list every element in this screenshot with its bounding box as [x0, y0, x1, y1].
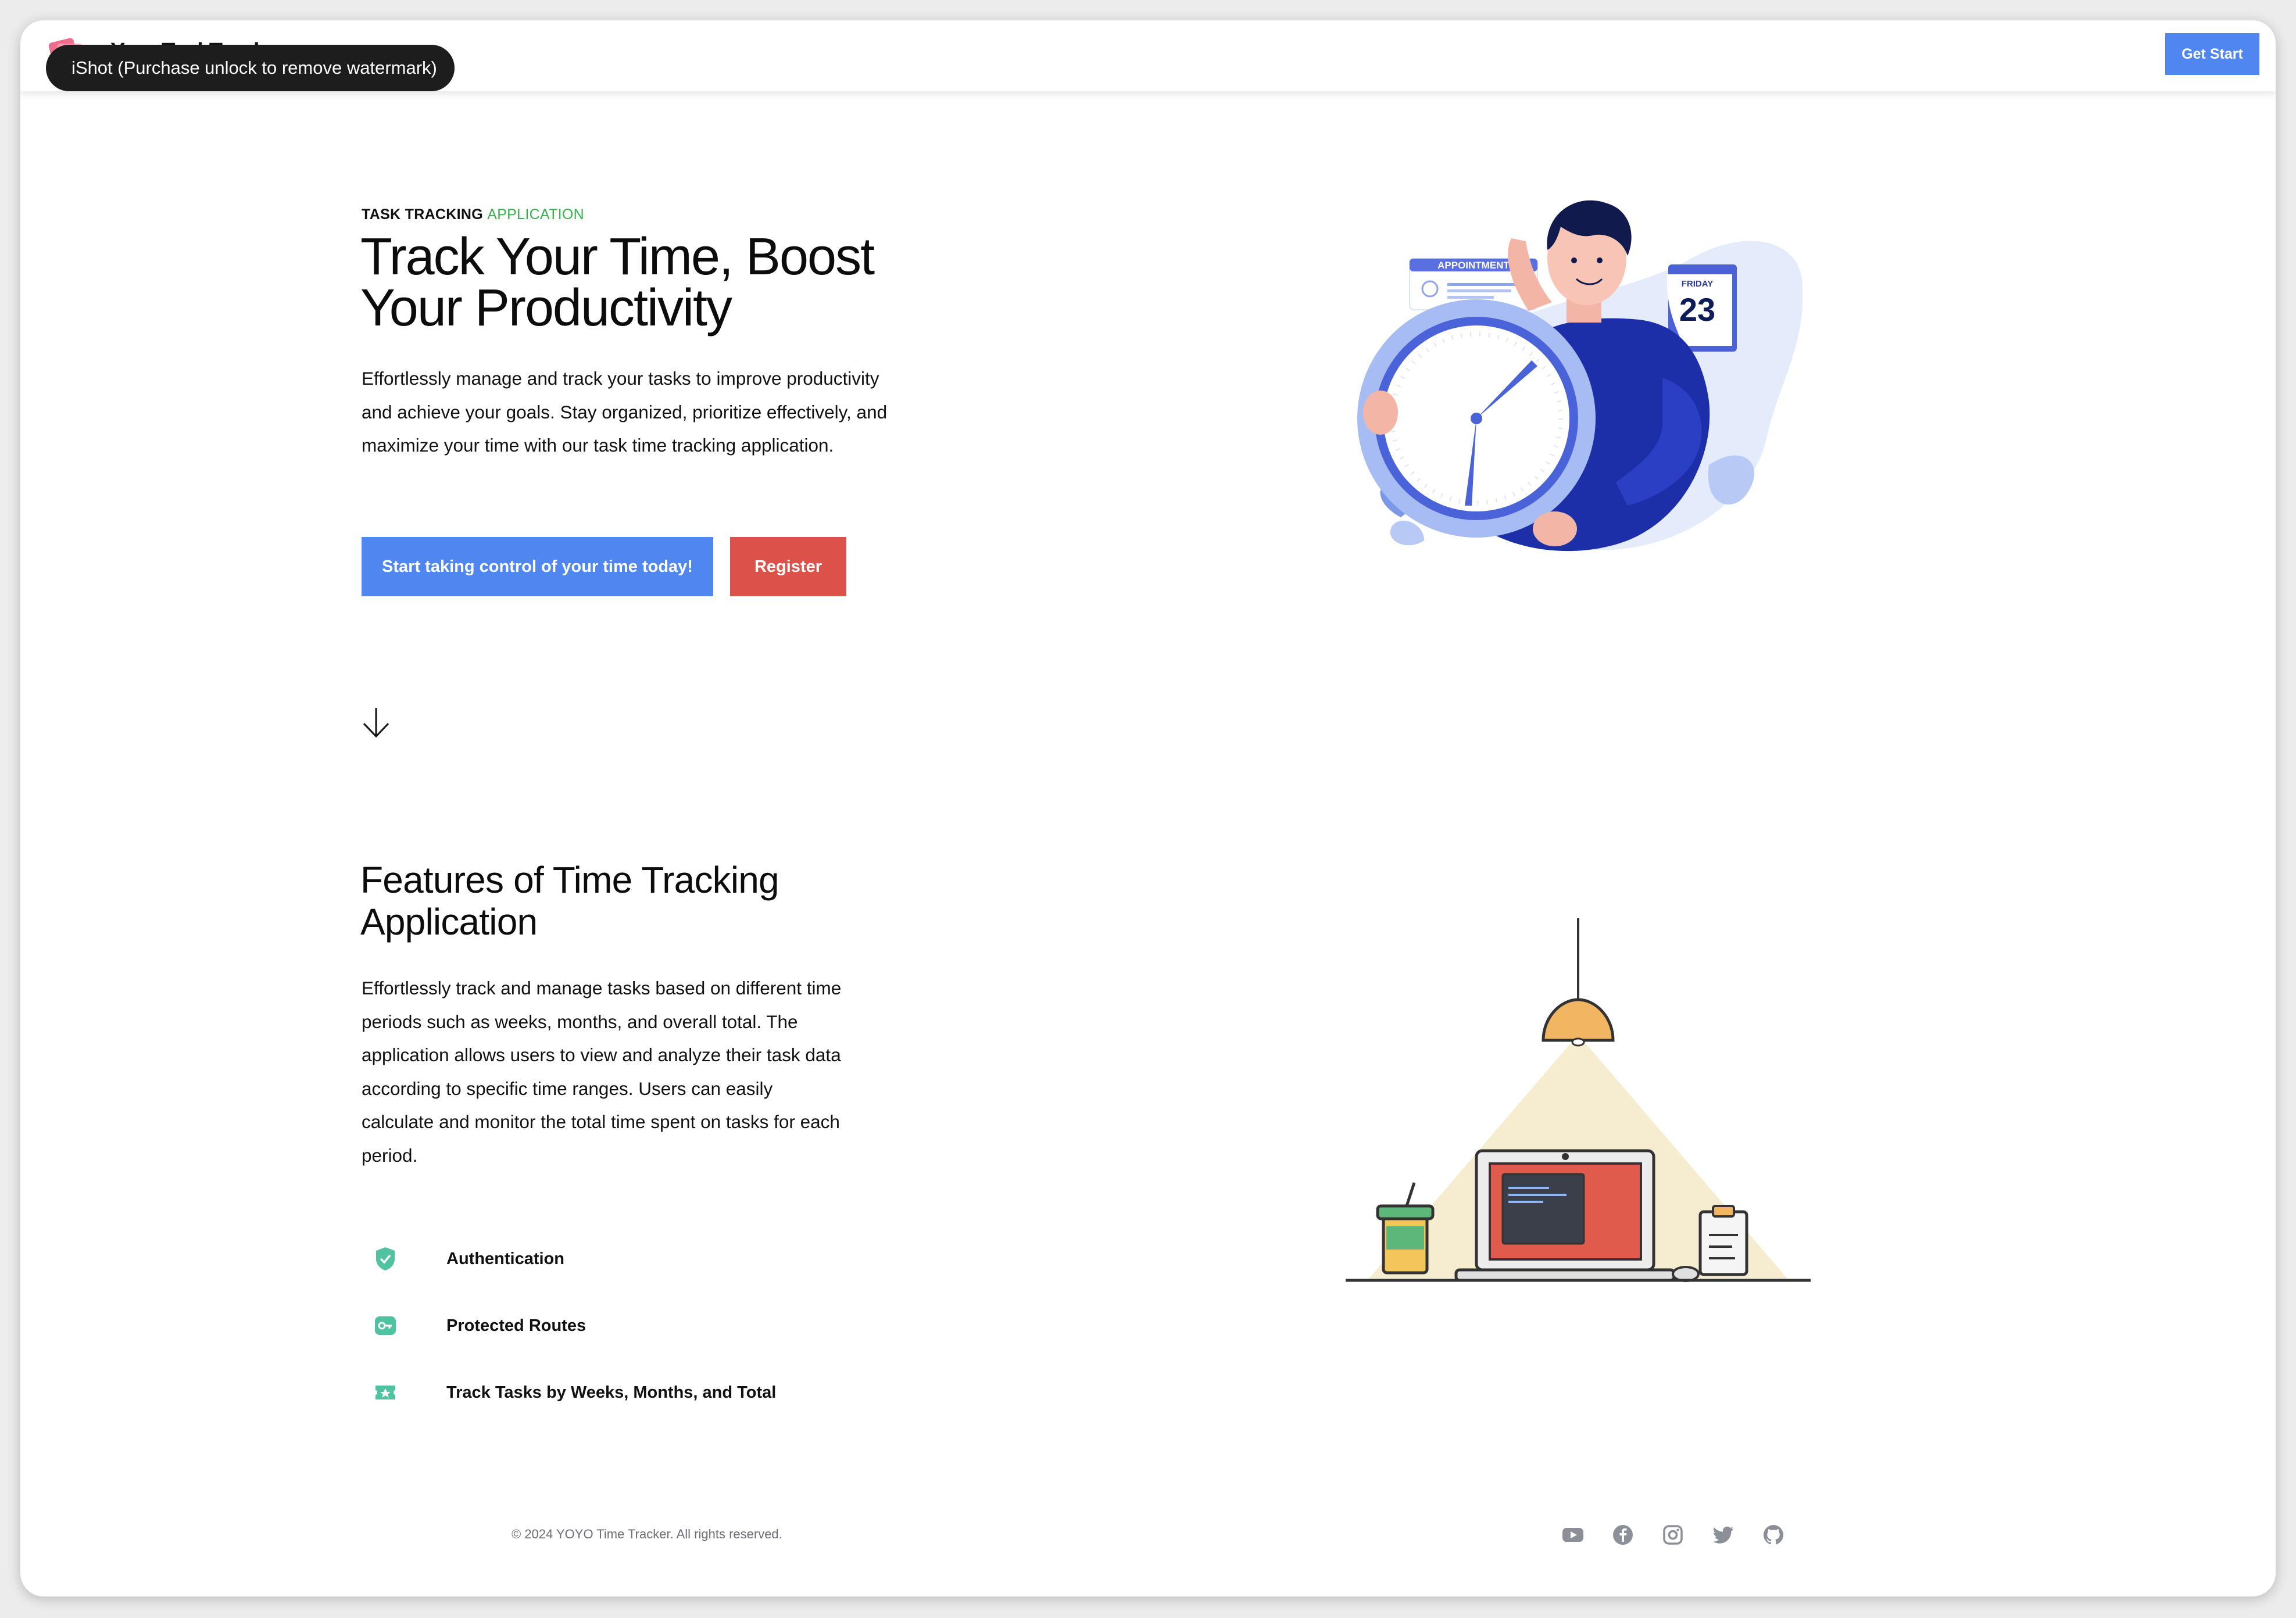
- eyebrow-main: TASK TRACKING: [362, 206, 488, 223]
- feature-label: Authentication: [446, 1249, 564, 1268]
- facebook-icon[interactable]: [1610, 1522, 1636, 1548]
- footer-copyright: © 2024 YOYO Time Tracker. All rights res…: [512, 1527, 782, 1541]
- shield-check-icon: [371, 1244, 400, 1273]
- calendar-date: 23: [1679, 291, 1715, 328]
- hero-description: Effortlessly manage and track your tasks…: [362, 368, 888, 456]
- watermark-badge: iShot (Purchase unlock to remove waterma…: [46, 45, 455, 91]
- hero-eyebrow: TASK TRACKING APPLICATION: [362, 206, 584, 223]
- top-nav: YoyoTaskTracker iShot (Purchase unlock t…: [20, 20, 2276, 91]
- start-tracking-button[interactable]: Start taking control of your time today!: [362, 537, 713, 596]
- browser-window: YoyoTaskTracker iShot (Purchase unlock t…: [20, 20, 2276, 1596]
- github-icon[interactable]: [1761, 1522, 1786, 1548]
- feature-label: Track Tasks by Weeks, Months, and Total: [446, 1383, 777, 1402]
- feature-item-authentication: Authentication: [371, 1244, 564, 1273]
- scroll-down-arrow-icon[interactable]: [360, 706, 392, 739]
- get-start-button[interactable]: Get Start: [2165, 33, 2259, 75]
- eyebrow-accent: APPLICATION: [487, 206, 584, 223]
- feature-item-track-tasks: Track Tasks by Weeks, Months, and Total: [371, 1378, 776, 1407]
- register-button[interactable]: Register: [730, 537, 846, 596]
- feature-label: Protected Routes: [446, 1316, 586, 1335]
- hero-illustration: APPOINTMENT FRIDAY 23: [1357, 200, 1803, 552]
- key-icon: [371, 1311, 400, 1340]
- youtube-icon[interactable]: [1560, 1522, 1586, 1548]
- calendar-day: FRIDAY: [1682, 279, 1713, 289]
- workspace-illustration: [1346, 918, 1811, 1282]
- ticket-icon: [371, 1378, 400, 1407]
- features-title: Features of Time Tracking Application: [360, 859, 779, 943]
- features-description: Effortlessly track and manage tasks base…: [362, 978, 842, 1166]
- twitter-icon[interactable]: [1711, 1522, 1736, 1548]
- appointment-label: APPOINTMENT: [1437, 260, 1510, 271]
- feature-item-protected-routes: Protected Routes: [371, 1311, 586, 1340]
- hero-title: Track Your Time, Boost Your Productivity: [360, 228, 875, 337]
- instagram-icon[interactable]: [1660, 1522, 1686, 1548]
